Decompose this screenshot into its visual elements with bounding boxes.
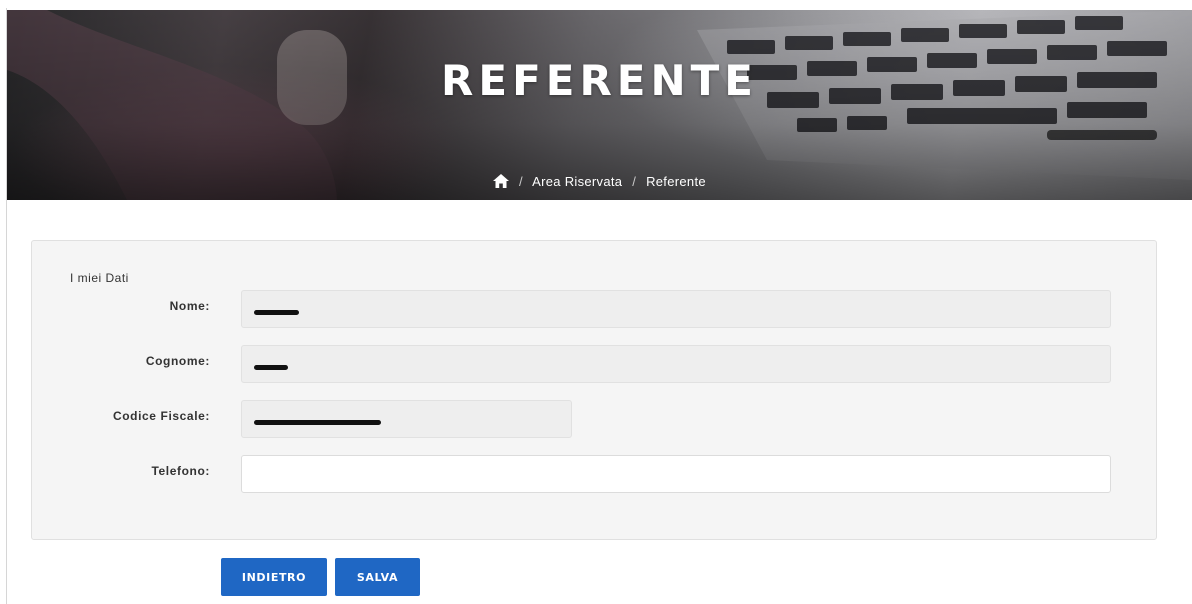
hero-overlay (7, 10, 1192, 200)
home-icon[interactable] (493, 174, 510, 191)
page-title: REFERENTE (441, 56, 758, 105)
telefono-label: Telefono: (151, 464, 210, 478)
hero-banner: REFERENTE / Area Riservata / Referente (7, 10, 1192, 200)
breadcrumb-item-area-riservata[interactable]: Area Riservata (532, 174, 622, 189)
telefono-input[interactable] (241, 455, 1111, 493)
section-title: I miei Dati (70, 271, 129, 285)
redaction-mark (254, 420, 381, 425)
breadcrumb-separator: / (632, 174, 637, 189)
breadcrumb-separator: / (519, 174, 523, 189)
redaction-mark (254, 310, 299, 315)
breadcrumb-item-referente: Referente (646, 174, 706, 189)
redaction-mark (254, 365, 288, 370)
codice-fiscale-field[interactable] (241, 400, 572, 438)
nome-field[interactable] (241, 290, 1111, 328)
breadcrumb: / Area Riservata / Referente (7, 174, 1192, 191)
codice-fiscale-label: Codice Fiscale: (112, 409, 210, 423)
personal-data-panel: I miei Dati Nome: Cognome: Codice Fiscal… (31, 240, 1157, 540)
back-button[interactable]: INDIETRO (221, 558, 327, 596)
nome-label: Nome: (169, 299, 210, 313)
cognome-label: Cognome: (145, 354, 210, 368)
cognome-field[interactable] (241, 345, 1111, 383)
save-button[interactable]: SALVA (335, 558, 420, 596)
